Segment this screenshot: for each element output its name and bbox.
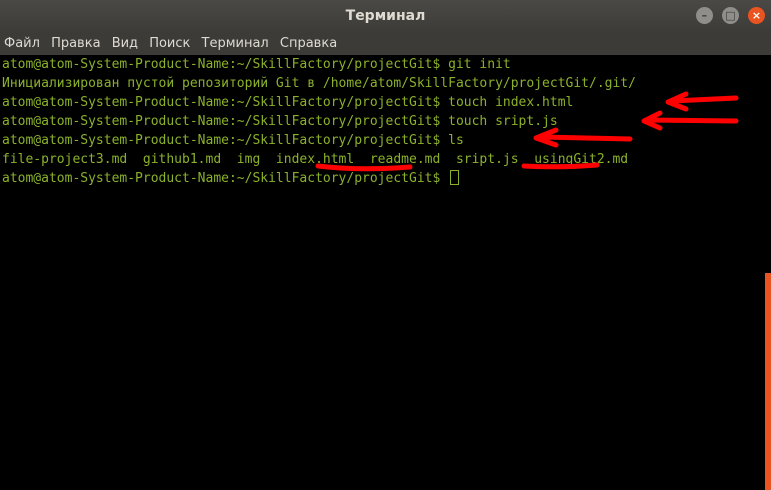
menu-view[interactable]: Вид [108,33,141,55]
terminal-prompt: atom@atom-System-Product-Name:~/SkillFac… [2,171,449,186]
terminal-cursor[interactable] [450,170,460,185]
menu-terminal[interactable]: Терминал [198,33,272,55]
title-bar[interactable]: Терминал – □ × [0,0,771,33]
menu-search[interactable]: Поиск [145,33,193,55]
window-title: Терминал [345,8,426,24]
minimize-button[interactable]: – [695,7,713,24]
terminal-line: atom@atom-System-Product-Name:~/SkillFac… [2,114,558,129]
menu-help[interactable]: Справка [276,33,340,55]
menu-edit[interactable]: Правка [47,33,103,55]
maximize-button[interactable]: □ [721,7,739,24]
terminal-line: file-project3.md github1.md img index.ht… [2,152,629,167]
close-button[interactable]: × [748,7,765,24]
window-controls: – □ × [692,7,765,25]
terminal-line: atom@atom-System-Product-Name:~/SkillFac… [2,133,464,148]
menu-file[interactable]: Файл [0,33,43,55]
terminal-line: atom@atom-System-Product-Name:~/SkillFac… [2,57,511,72]
scrollbar-thumb[interactable] [765,273,771,490]
terminal-output[interactable]: atom@atom-System-Product-Name:~/SkillFac… [0,55,765,490]
menu-bar: Файл Правка Вид Поиск Терминал Справка [0,33,771,55]
scrollbar[interactable] [765,55,771,490]
terminal-line: atom@atom-System-Product-Name:~/SkillFac… [2,95,574,110]
terminal-prompt-line: atom@atom-System-Product-Name:~/SkillFac… [0,169,765,188]
terminal-line: Инициализирован пустой репозиторий Git в… [2,76,636,91]
terminal-window: Терминал – □ × Файл Правка Вид Поиск Тер… [0,0,771,490]
